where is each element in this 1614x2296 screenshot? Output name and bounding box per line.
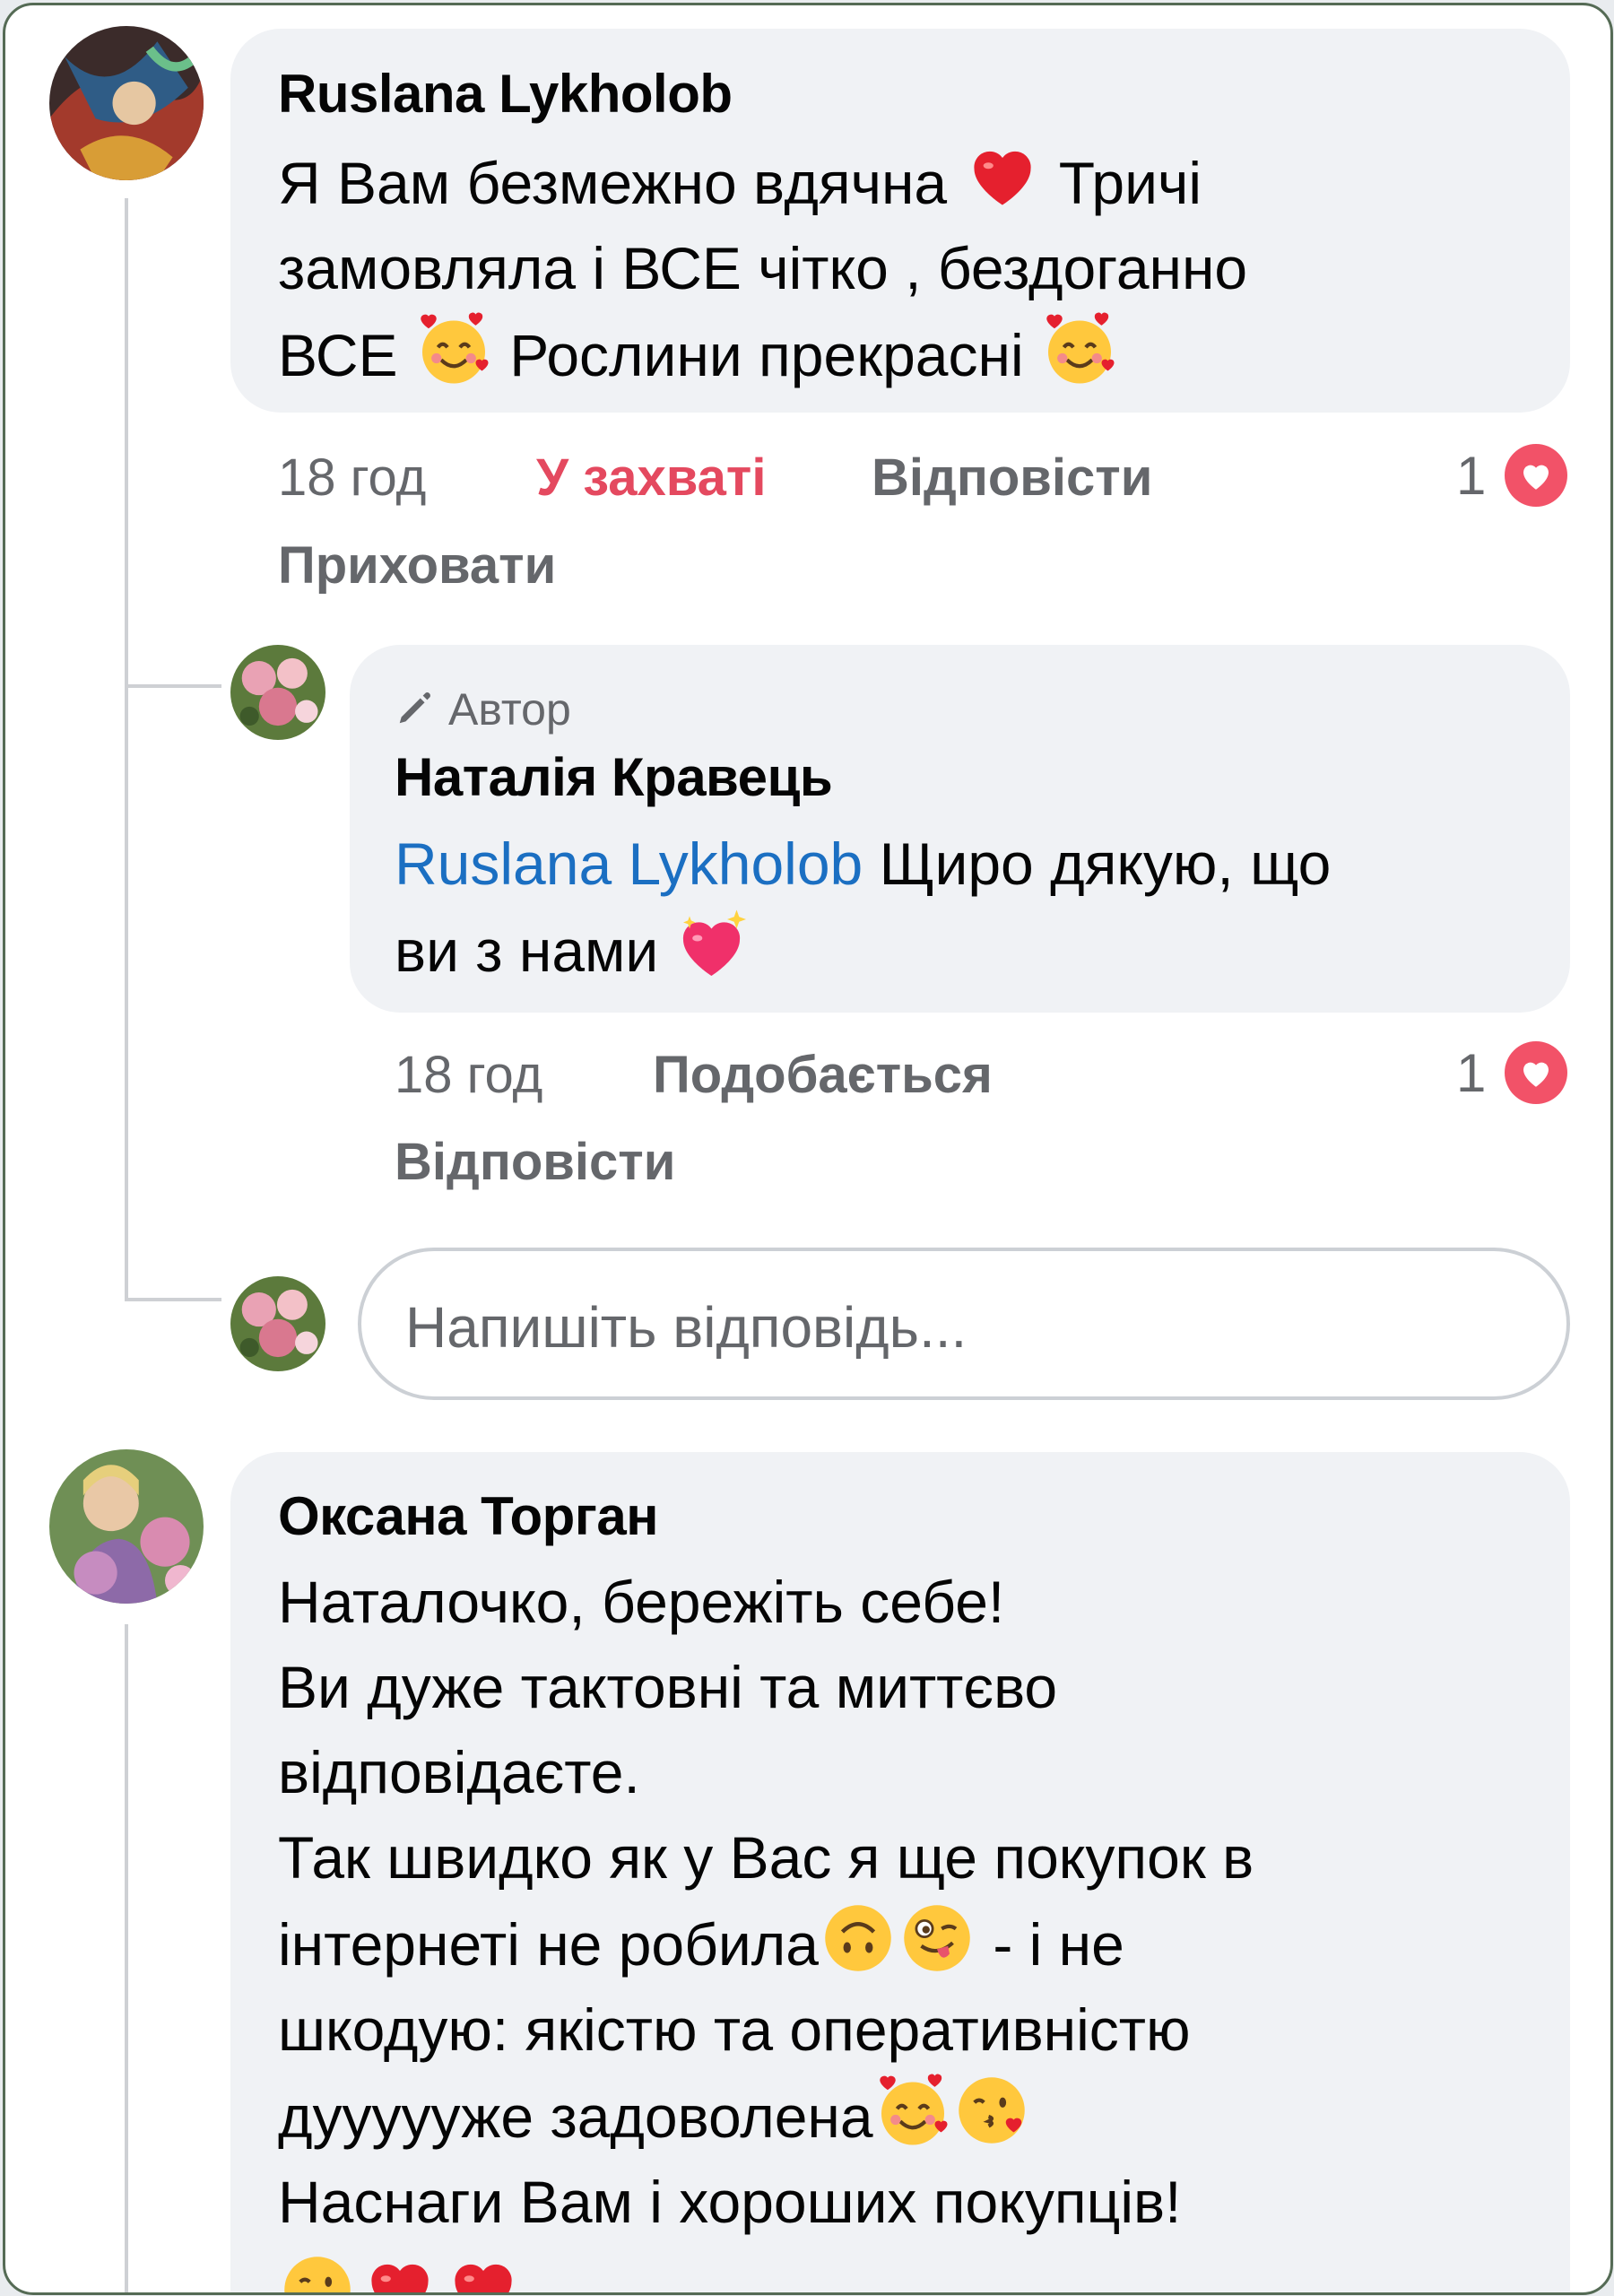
reaction-count[interactable]: 1 [1456,445,1486,507]
reply-timestamp[interactable]: 18 год [395,1045,542,1105]
text-line: шкодую: якістю та оперативністю [278,1996,1191,2063]
text-line: замовляла і ВСЕ чітко , бездоганно [278,235,1248,301]
text-line: Наснаги Вам і хороших покупців! [278,2169,1182,2235]
text-line: Так швидко як у Вас я ще покупок в [278,1824,1254,1891]
smiling-face-with-hearts-icon [875,2073,950,2148]
sparkling-heart-icon [677,907,752,982]
comments-screenshot-frame: Ruslana Lykholob Я Вам безмежно вдячна Т… [3,3,1613,2295]
thread-line-branch [125,1298,221,1301]
comment-timestamp[interactable]: 18 год [278,448,426,508]
thread-line-branch [125,684,221,688]
text-line: інтернеті не робила - і не [278,1900,1254,1987]
reply-input-placeholder: Напишіть відповідь... [405,1295,968,1360]
comment-author[interactable]: Оксана Торган [278,1485,658,1547]
heart-icon [446,2252,521,2292]
text-line: відповідаєте. [278,1739,640,1805]
pencil-icon [395,687,436,739]
reaction-count[interactable]: 1 [1456,1042,1486,1104]
smiling-face-with-hearts-icon [1042,311,1117,387]
thread-line [125,687,128,1301]
avatar[interactable] [230,1276,325,1371]
reply-button[interactable]: Відповісти [872,448,1152,508]
comment-text: Я Вам безмежно вдячна Тричі замовляла і В… [278,139,1247,398]
author-badge-label: Автор [448,684,571,735]
like-button[interactable]: Подобається [653,1045,993,1105]
text-line: Наталочко, бережіть себе! [278,1569,1005,1635]
winking-face-with-tongue-icon [899,1900,975,1976]
text-line: ВСЕ Рослини прекрасні [278,311,1247,398]
smiling-face-with-hearts-icon [416,311,491,387]
love-reaction-icon[interactable] [1505,1041,1567,1104]
avatar[interactable] [49,26,204,180]
avatar[interactable] [230,645,325,740]
avatar[interactable] [49,1449,204,1604]
text-line: дуууууже задоволена [278,2073,1254,2160]
reply-author[interactable]: Наталія Кравець [395,746,833,808]
text-line: Ви дуже тактовні та миттєво [278,1654,1058,1720]
thread-line [125,198,128,687]
heart-icon [965,139,1040,214]
comment-author[interactable]: Ruslana Lykholob [278,63,733,125]
winking-face-icon [280,2252,355,2292]
reply-text: Ruslana Lykholob Щиро дякую, що ви з нам… [395,831,1332,984]
hide-button[interactable]: Приховати [278,535,556,596]
mention-link[interactable]: Ruslana Lykholob [395,831,863,897]
author-badge: Автор [395,683,571,739]
reaction-button[interactable]: У захваті [536,448,766,508]
text-line: Я Вам безмежно вдячна Тричі [278,139,1247,226]
upside-down-face-icon [820,1900,896,1976]
heart-icon [362,2252,438,2292]
thread-line [125,1624,128,2292]
emoji-row [278,2252,523,2292]
love-reaction-icon[interactable] [1505,444,1567,507]
reply-button[interactable]: Відповісти [395,1132,675,1192]
comment-text: Наталочко, бережіть себе! Ви дуже тактовн… [278,1560,1254,2245]
face-blowing-kiss-icon [954,2073,1029,2148]
